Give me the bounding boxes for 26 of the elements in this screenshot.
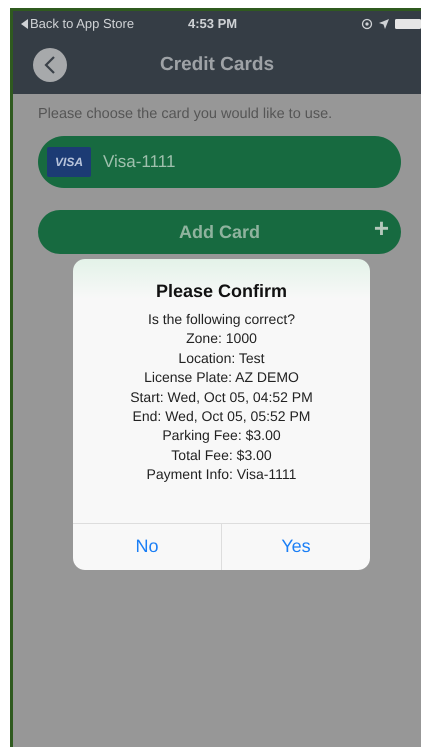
dialog-message-line: Total Fee: $3.00 bbox=[171, 446, 272, 465]
instruction-text: Please choose the card you would like to use. bbox=[38, 106, 334, 122]
location-arrow-icon bbox=[379, 18, 389, 28]
add-card-button[interactable]: Add Card + bbox=[38, 210, 401, 254]
page-title: Credit Cards bbox=[158, 54, 276, 76]
card-brand-logo: VISA bbox=[47, 147, 91, 177]
chevron-left-icon bbox=[43, 55, 57, 75]
dialog-message-line: Payment Info: Visa-1111 bbox=[146, 465, 296, 484]
clock-time: 4:53 PM bbox=[186, 16, 238, 31]
dialog-message-line: License Plate: AZ DEMO bbox=[144, 368, 299, 388]
dialog-message-line: Zone: 1000 bbox=[186, 329, 257, 348]
dialog-message-line: Location: Test bbox=[178, 348, 265, 368]
back-triangle-icon bbox=[21, 18, 28, 28]
dialog-message-line: Parking Fee: $3.00 bbox=[162, 426, 281, 446]
dialog-title: Please Confirm bbox=[156, 281, 288, 302]
dialog-message-line: Start: Wed, Oct 05, 04:52 PM bbox=[130, 388, 313, 407]
card-label: Visa-1111 bbox=[103, 152, 176, 172]
battery-icon bbox=[395, 18, 421, 28]
plus-icon: + bbox=[374, 215, 389, 241]
dialog-button[interactable]: Yes bbox=[221, 524, 370, 570]
credit-card-option[interactable]: VISA Visa-1111 bbox=[38, 136, 401, 188]
dialog-button[interactable]: No bbox=[73, 524, 221, 570]
back-button[interactable] bbox=[33, 48, 67, 82]
dialog-message-line: End: Wed, Oct 05, 05:52 PM bbox=[132, 407, 310, 426]
dialog-message-line: Is the following correct? bbox=[148, 310, 296, 329]
orientation-lock-icon bbox=[361, 18, 373, 30]
